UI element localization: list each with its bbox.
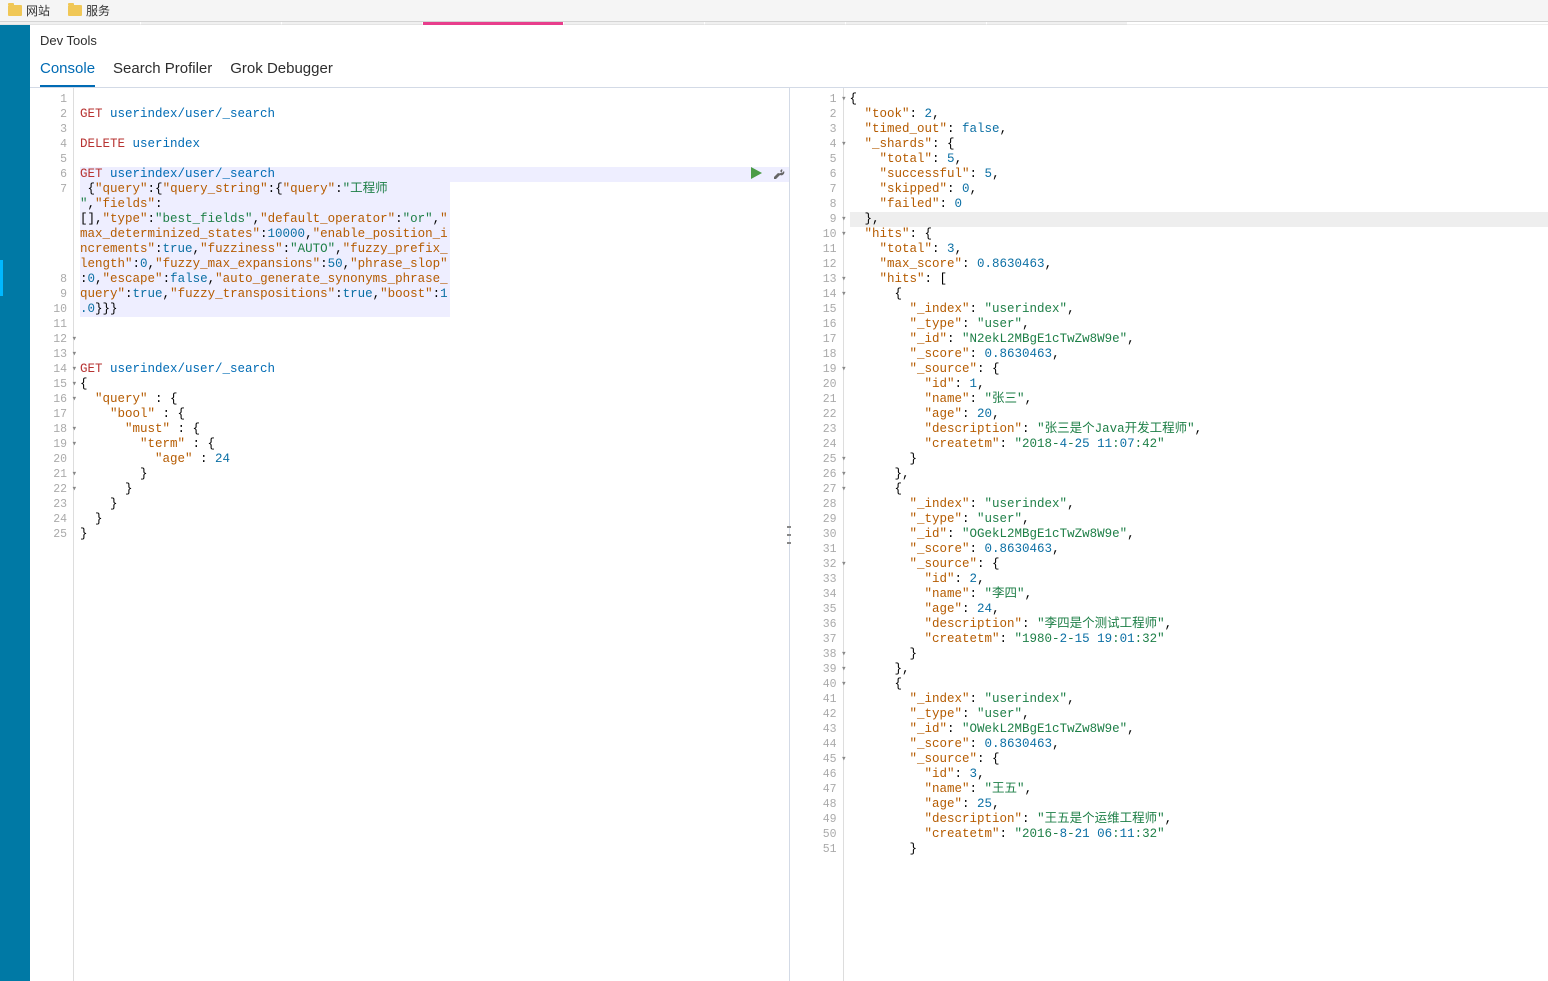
tab-console[interactable]: Console bbox=[40, 54, 95, 87]
bookmark-label: 网站 bbox=[26, 2, 50, 19]
wrench-icon[interactable] bbox=[771, 166, 785, 180]
pane-resize-handle[interactable] bbox=[787, 526, 791, 544]
line-gutter[interactable]: 1234567891011121314151617181920212223242… bbox=[790, 88, 844, 981]
browser-bookmarks-bar: 网站 服务 bbox=[0, 0, 1548, 22]
request-editor[interactable]: 1234567891011121314151617181920212223242… bbox=[30, 88, 790, 981]
response-output[interactable]: 1234567891011121314151617181920212223242… bbox=[790, 88, 1548, 981]
code-content[interactable]: GET userindex/user/_search DELETE userin… bbox=[30, 88, 789, 587]
app-tabs: Console Search Profiler Grok Debugger bbox=[40, 54, 1538, 87]
split-panes: 1234567891011121314151617181920212223242… bbox=[30, 88, 1548, 981]
code-content: { "took": 2, "timed_out": false, "_shard… bbox=[790, 88, 1548, 857]
sidebar-active-marker bbox=[0, 260, 3, 296]
bookmark-label: 服务 bbox=[86, 2, 110, 19]
tab-grok-debugger[interactable]: Grok Debugger bbox=[230, 54, 333, 87]
bookmark-item[interactable]: 服务 bbox=[68, 2, 110, 19]
request-action-bar bbox=[749, 166, 785, 180]
folder-icon bbox=[8, 5, 22, 16]
folder-icon bbox=[68, 5, 82, 16]
app-header: Dev Tools Console Search Profiler Grok D… bbox=[30, 25, 1548, 88]
page-title: Dev Tools bbox=[40, 33, 1538, 48]
tab-search-profiler[interactable]: Search Profiler bbox=[113, 54, 212, 87]
main-content: Dev Tools Console Search Profiler Grok D… bbox=[30, 25, 1548, 981]
kibana-sidebar[interactable] bbox=[0, 25, 30, 981]
line-gutter[interactable]: 1234567891011121314151617181920212223242… bbox=[30, 88, 74, 981]
bookmark-item[interactable]: 网站 bbox=[8, 2, 50, 19]
play-icon[interactable] bbox=[749, 166, 763, 180]
